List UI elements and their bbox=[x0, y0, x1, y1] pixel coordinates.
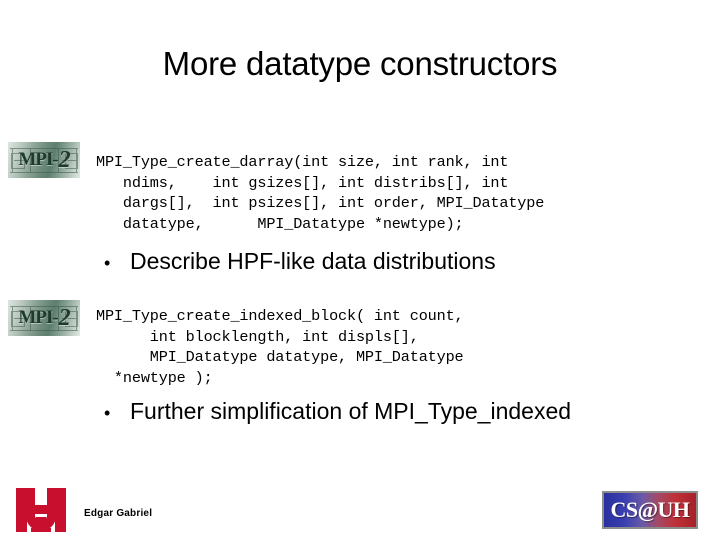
bullet-label: Describe HPF-like data distributions bbox=[130, 248, 496, 274]
code-block-mpi-type-create-indexed-block: MPI_Type_create_indexed_block( int count… bbox=[96, 307, 464, 387]
csuh-logo-label: CS@UH bbox=[610, 497, 690, 522]
uh-logo-icon bbox=[16, 488, 66, 532]
bullet-dot-icon: • bbox=[104, 253, 111, 273]
bullet-label: Further simplification of MPI_Type_index… bbox=[130, 398, 572, 424]
bullet-item-hpf-distributions: • Describe HPF-like data distributions bbox=[104, 247, 496, 277]
code-block-mpi-type-create-darray: MPI_Type_create_darray(int size, int ran… bbox=[96, 153, 545, 233]
mpi2-logo-icon: MPI- 2 bbox=[8, 142, 80, 178]
page-title: More datatype constructors bbox=[162, 45, 558, 82]
mpi2-wordmark-prefix: MPI- bbox=[18, 149, 58, 170]
bullet-item-further-simplification: • Further simplification of MPI_Type_ind… bbox=[104, 397, 571, 427]
bullet-dot-icon: • bbox=[104, 403, 111, 423]
mpi2-wordmark: MPI- 2 bbox=[8, 142, 80, 178]
mpi2-logo-icon: MPI- 2 bbox=[8, 300, 80, 336]
csuh-logo-icon: CS@UH bbox=[602, 491, 698, 529]
author-name: Edgar Gabriel bbox=[84, 508, 153, 519]
mpi2-wordmark-prefix: MPI- bbox=[18, 307, 58, 328]
mpi2-wordmark: MPI- 2 bbox=[8, 300, 80, 336]
mpi2-wordmark-suffix: 2 bbox=[58, 146, 71, 173]
mpi2-wordmark-suffix: 2 bbox=[58, 304, 71, 331]
